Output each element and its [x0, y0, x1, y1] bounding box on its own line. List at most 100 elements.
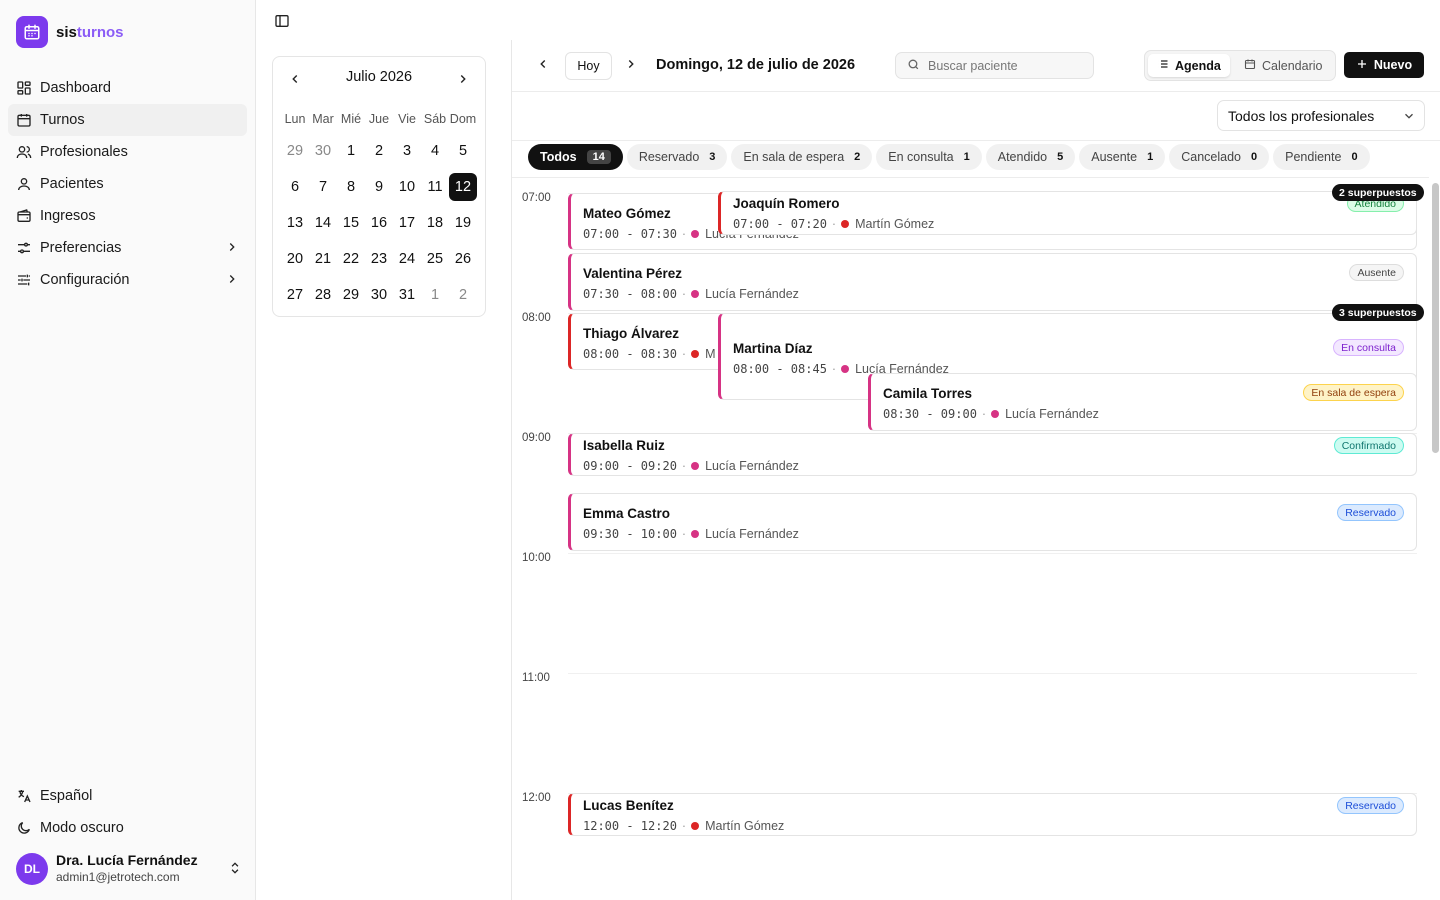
calendar-day[interactable]: 20 [281, 241, 309, 277]
calendar-day[interactable]: 9 [365, 169, 393, 205]
sliders-icon [16, 240, 32, 256]
calendar-day[interactable]: 24 [393, 241, 421, 277]
calendar-day[interactable]: 11 [421, 169, 449, 205]
calendar-day-number: 14 [314, 215, 332, 231]
calendar-day-number: 16 [370, 215, 388, 231]
filter-chip-ausente[interactable]: Ausente 1 [1079, 144, 1166, 170]
sidebar-item-configuracion[interactable]: Configuración [8, 264, 247, 296]
calendar-day-number: 19 [454, 215, 472, 231]
sidebar-item-preferencias[interactable]: Preferencias [8, 232, 247, 264]
overlap-badge[interactable]: 3 superpuestos [1332, 304, 1424, 321]
scrollbar-thumb[interactable] [1432, 183, 1439, 453]
sidebar-item-turnos[interactable]: Turnos [8, 104, 247, 136]
calendar-day-number: 4 [430, 143, 440, 159]
appointment-card[interactable]: Emma Castro 09:30 - 10:00 · Lucía Fernández… [568, 493, 1417, 551]
patient-name: Lucas Benítez [583, 798, 674, 813]
calendar-day[interactable]: 2 [365, 133, 393, 169]
search-input[interactable] [928, 58, 1088, 73]
filter-chip-en-sala-de-espera[interactable]: En sala de espera 2 [731, 144, 873, 170]
calendar-day[interactable]: 3 [393, 133, 421, 169]
calendar-day[interactable]: 7 [309, 169, 337, 205]
calendar-day[interactable]: 6 [281, 169, 309, 205]
view-calendar-button[interactable]: Calendario [1235, 54, 1331, 77]
today-button[interactable]: Hoy [565, 52, 612, 80]
overlap-badge[interactable]: 2 superpuestos [1332, 184, 1424, 201]
user-menu[interactable]: DL Dra. Lucía Fernández admin1@jetrotech… [16, 852, 242, 886]
sidebar-item-label: Profesionales [40, 144, 128, 160]
calendar-day[interactable]: 19 [449, 205, 477, 241]
filter-chip-todos[interactable]: Todos 14 [528, 144, 623, 170]
appointment-card[interactable]: Lucas Benítez 12:00 - 12:20 · Martín Gómez R… [568, 793, 1417, 836]
calendar-day-number: 20 [286, 251, 304, 267]
filter-chip-pendiente[interactable]: Pendiente 0 [1273, 144, 1370, 170]
chevron-right-icon [225, 240, 239, 258]
filter-count: 0 [1251, 151, 1258, 163]
view-calendar-label: Calendario [1262, 58, 1323, 73]
agenda-scrollbar[interactable] [1429, 179, 1440, 900]
calendar-day[interactable]: 29 [281, 133, 309, 169]
mini-calendar-next-icon[interactable] [455, 71, 471, 87]
professional-name: Lucía Fernández [705, 527, 799, 541]
professional-color-dot [841, 365, 850, 373]
professional-select[interactable]: Todos los profesionales [1217, 100, 1425, 131]
filter-chip-atendido[interactable]: Atendido 5 [985, 144, 1076, 170]
sidebar-item-pacientes[interactable]: Pacientes [8, 168, 247, 200]
calendar-day[interactable]: 16 [365, 205, 393, 241]
calendar-day[interactable]: 25 [421, 241, 449, 277]
calendar-day[interactable]: 4 [421, 133, 449, 169]
sidebar-item-profesionales[interactable]: Profesionales [8, 136, 247, 168]
filter-label: Cancelado [1181, 150, 1241, 164]
calendar-day[interactable]: 28 [309, 277, 337, 313]
calendar-day[interactable]: 8 [337, 169, 365, 205]
appointment-card[interactable]: Valentina Pérez 07:30 - 08:00 · Lucía Ferná… [568, 253, 1417, 311]
divider [512, 140, 1440, 141]
selected-day[interactable]: 12 [449, 169, 477, 205]
filter-chip-cancelado[interactable]: Cancelado 0 [1169, 144, 1270, 170]
user-email: admin1@jetrotech.com [56, 870, 180, 884]
calendar-day[interactable]: 15 [337, 205, 365, 241]
calendar-day[interactable]: 21 [309, 241, 337, 277]
professional-name: Lucía Fernández [705, 459, 799, 473]
sidebar-item-dashboard[interactable]: Dashboard [8, 72, 247, 104]
appointment-meta: 07:00 - 07:20 · Martín Gómez [733, 217, 934, 231]
filter-count: 1 [1147, 151, 1154, 163]
next-day-icon[interactable] [624, 57, 638, 74]
calendar-day[interactable]: 1 [421, 277, 449, 313]
calendar-day[interactable]: 23 [365, 241, 393, 277]
calendar-day[interactable]: 1 [337, 133, 365, 169]
calendar-day-number: 10 [398, 179, 416, 195]
new-appointment-button[interactable]: Nuevo [1344, 52, 1424, 78]
calendar-day[interactable]: 5 [449, 133, 477, 169]
language-selector[interactable]: Español [8, 780, 247, 812]
prev-day-icon[interactable] [536, 57, 550, 74]
dark-mode-toggle[interactable]: Modo oscuro [8, 812, 247, 844]
sidebar-toggle-icon[interactable] [272, 11, 292, 31]
calendar-day[interactable]: 2 [449, 277, 477, 313]
calendar-day[interactable]: 26 [449, 241, 477, 277]
calendar-day[interactable]: 30 [365, 277, 393, 313]
status-badge: Confirmado [1333, 437, 1404, 454]
filter-chip-reservado[interactable]: Reservado 3 [626, 144, 728, 170]
calendar-day[interactable]: 30 [309, 133, 337, 169]
appointment-card[interactable]: Isabella Ruiz 09:00 - 09:20 · Lucía Fernánd… [568, 433, 1417, 476]
calendar-day[interactable]: 10 [393, 169, 421, 205]
calendar-day[interactable]: 13 [281, 205, 309, 241]
separator: · [681, 819, 687, 833]
brand-logo[interactable]: sisturnos [16, 16, 124, 48]
appointment-card[interactable]: Camila Torres 08:30 - 09:00 · Lucía Fernánd… [868, 373, 1417, 431]
calendar-day[interactable]: 29 [337, 277, 365, 313]
status-filters: Todos 14 Reservado 3 En sala de espera 2 En co… [528, 144, 1370, 170]
filter-label: Atendido [997, 150, 1048, 164]
calendar-day[interactable]: 18 [421, 205, 449, 241]
calendar-day[interactable]: 22 [337, 241, 365, 277]
calendar-day[interactable]: 27 [281, 277, 309, 313]
patient-search[interactable] [895, 52, 1094, 79]
calendar-day[interactable]: 31 [393, 277, 421, 313]
calendar-day-number: 5 [458, 143, 468, 159]
view-agenda-button[interactable]: Agenda [1148, 54, 1230, 77]
appointment-card[interactable]: Joaquín Romero 07:00 - 07:20 · Martín Gómez… [718, 191, 1417, 235]
sidebar-item-ingresos[interactable]: Ingresos [8, 200, 247, 232]
calendar-day[interactable]: 17 [393, 205, 421, 241]
calendar-day[interactable]: 14 [309, 205, 337, 241]
filter-chip-en-consulta[interactable]: En consulta 1 [876, 144, 982, 170]
